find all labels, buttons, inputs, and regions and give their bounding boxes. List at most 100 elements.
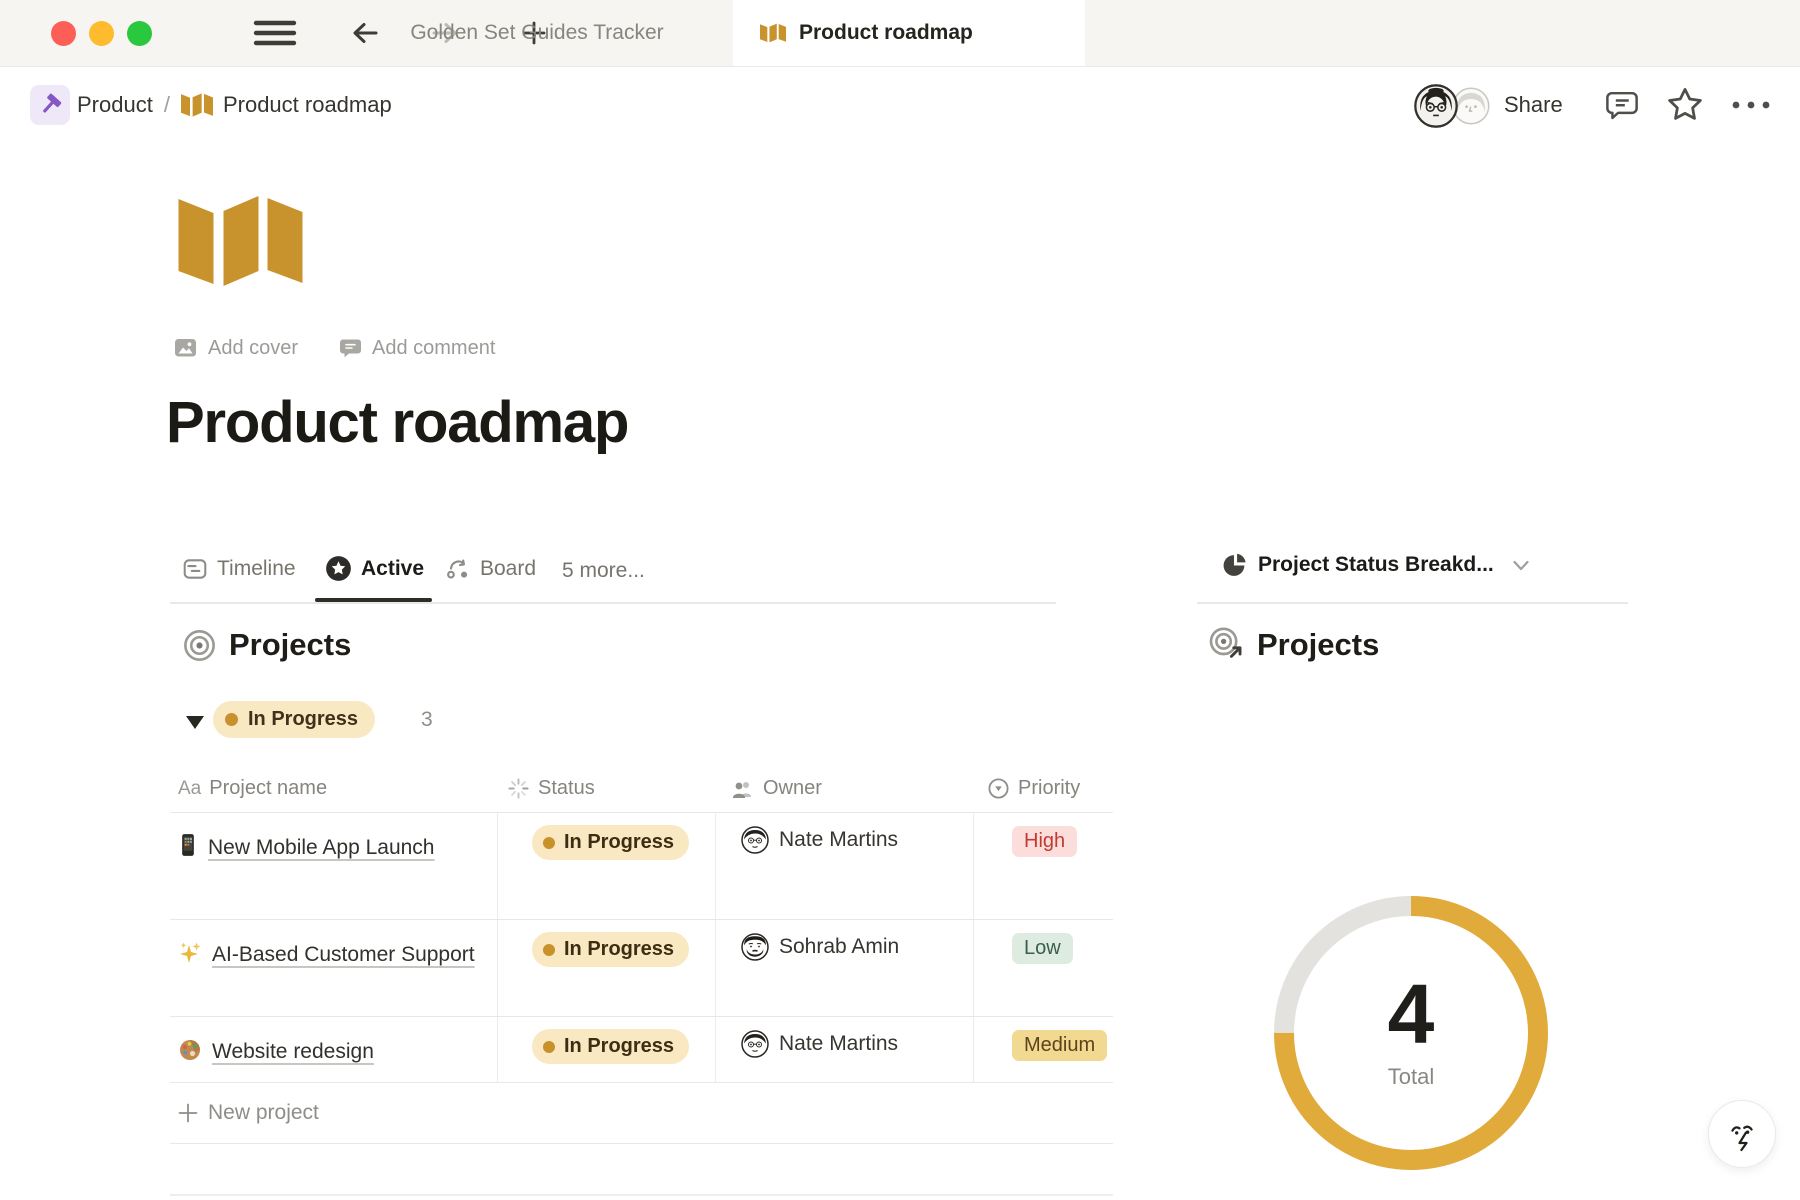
- plus-icon: [177, 1102, 199, 1124]
- avatar-nate-martins: [741, 826, 769, 854]
- owner-cell[interactable]: Sohrab Amin: [715, 920, 973, 1016]
- status-dot: [225, 713, 238, 726]
- owner-cell[interactable]: Nate Martins: [715, 813, 973, 919]
- column-label: Priority: [1018, 777, 1080, 800]
- add-cover-button[interactable]: Add cover: [172, 336, 298, 360]
- status-cell: In Progress: [497, 920, 715, 1016]
- comment-icon: [1603, 87, 1641, 123]
- tab-label: Product roadmap: [799, 21, 973, 45]
- table-row[interactable]: Website redesign In Progress Nate Martin…: [170, 1017, 1113, 1083]
- column-label: Project name: [209, 777, 327, 800]
- group-count: 3: [421, 708, 433, 732]
- palette-icon: [178, 1038, 202, 1062]
- workspace-icon-tile[interactable]: [30, 85, 70, 125]
- assistant-button[interactable]: [1708, 1100, 1776, 1168]
- project-name-cell[interactable]: Website redesign: [170, 1017, 497, 1082]
- collaborator-avatar-1[interactable]: [1414, 84, 1458, 128]
- table-row[interactable]: New Mobile App Launch In Progress Nate M…: [170, 813, 1113, 920]
- project-name-cell[interactable]: New Mobile App Launch: [170, 813, 497, 919]
- column-header-owner[interactable]: Owner: [715, 777, 973, 801]
- status-pill[interactable]: In Progress: [532, 1029, 689, 1064]
- mobile-phone-icon: [178, 832, 198, 858]
- map-icon: [760, 23, 786, 43]
- view-tab-active[interactable]: Active: [325, 555, 424, 582]
- status-label: In Progress: [564, 1035, 674, 1058]
- status-cell: In Progress: [497, 813, 715, 919]
- divider: [1197, 602, 1628, 604]
- owner-cell[interactable]: Nate Martins: [715, 1017, 973, 1082]
- page-title[interactable]: Product roadmap: [166, 390, 628, 456]
- project-name-link[interactable]: Website redesign: [212, 1040, 374, 1063]
- breadcrumb-workspace[interactable]: Product: [77, 92, 153, 118]
- avatar-portrait-icon: [1414, 84, 1458, 128]
- notion-window: Golden Set Guides Tracker Product roadma…: [0, 0, 1800, 1200]
- owner-name: Nate Martins: [779, 1030, 898, 1058]
- tab-golden-set-guides-tracker[interactable]: Golden Set Guides Tracker: [352, 0, 722, 66]
- map-icon: [178, 196, 303, 286]
- priority-pill[interactable]: Low: [1012, 933, 1073, 964]
- more-views-button[interactable]: 5 more...: [562, 559, 645, 583]
- close-window-button[interactable]: [51, 21, 76, 46]
- column-label: Status: [538, 777, 595, 800]
- column-header-priority[interactable]: Priority: [973, 777, 1113, 800]
- view-tab-label: Active: [361, 557, 424, 581]
- status-label: In Progress: [564, 831, 674, 854]
- status-dot: [543, 837, 555, 849]
- column-header-status[interactable]: Status: [497, 777, 715, 800]
- more-options-button[interactable]: [1730, 67, 1772, 143]
- view-tab-label: Board: [480, 557, 536, 581]
- share-label: Share: [1504, 92, 1563, 118]
- chart-selector-label: Project Status Breakd...: [1258, 553, 1494, 577]
- column-label: Owner: [763, 777, 822, 800]
- page-icon[interactable]: [178, 196, 303, 291]
- priority-pill[interactable]: High: [1012, 826, 1077, 857]
- timeline-icon: [182, 556, 208, 582]
- projects-table: Aa Project name Status Owner Priority Ne…: [170, 765, 1113, 1144]
- project-name-cell[interactable]: AI-Based Customer Support: [170, 920, 497, 1016]
- cycle-icon: [445, 556, 471, 582]
- text-icon: Aa: [178, 778, 201, 800]
- breadcrumb: Product / Product roadmap: [30, 67, 392, 143]
- minimize-window-button[interactable]: [89, 21, 114, 46]
- page-header-bar: Product / Product roadmap: [0, 67, 1800, 143]
- sidebar-toggle-button[interactable]: [253, 0, 297, 66]
- zoom-window-button[interactable]: [127, 21, 152, 46]
- view-tab-timeline[interactable]: Timeline: [182, 556, 296, 582]
- group-collapse-toggle[interactable]: [186, 716, 204, 729]
- project-name-link[interactable]: New Mobile App Launch: [208, 836, 434, 859]
- image-icon: [172, 336, 199, 360]
- status-label: In Progress: [564, 938, 674, 961]
- favorite-button[interactable]: [1664, 67, 1706, 143]
- breadcrumb-page[interactable]: Product roadmap: [181, 92, 392, 118]
- owner-name: Nate Martins: [779, 826, 898, 854]
- share-button[interactable]: Share: [1504, 67, 1563, 143]
- tab-label: Golden Set Guides Tracker: [410, 21, 663, 45]
- chart-section-header: Projects: [1208, 627, 1379, 663]
- map-icon: [181, 93, 213, 117]
- chart-view-selector[interactable]: Project Status Breakd...: [1222, 552, 1530, 578]
- divider: [170, 602, 1056, 604]
- table-row[interactable]: AI-Based Customer Support In Progress So…: [170, 920, 1113, 1017]
- view-tab-board[interactable]: Board: [445, 556, 536, 582]
- group-status-pill[interactable]: In Progress: [213, 701, 375, 738]
- sparkles-icon: [178, 941, 202, 965]
- priority-pill[interactable]: Medium: [1012, 1030, 1107, 1061]
- status-pill[interactable]: In Progress: [532, 932, 689, 967]
- priority-cell: Medium: [973, 1017, 1113, 1082]
- target-link-icon: [1208, 627, 1244, 663]
- add-comment-button[interactable]: Add comment: [338, 336, 495, 360]
- project-name-link[interactable]: AI-Based Customer Support: [212, 943, 475, 966]
- comments-button[interactable]: [1603, 67, 1641, 143]
- star-badge-icon: [325, 555, 352, 582]
- new-project-button[interactable]: New project: [170, 1083, 1113, 1144]
- status-dot: [543, 1041, 555, 1053]
- column-header-project-name[interactable]: Aa Project name: [170, 777, 497, 800]
- status-pill[interactable]: In Progress: [532, 825, 689, 860]
- tab-product-roadmap[interactable]: Product roadmap: [733, 0, 1085, 66]
- ellipsis-icon: [1730, 99, 1772, 111]
- priority-cell: Low: [973, 920, 1113, 1016]
- hamburger-icon: [253, 19, 297, 47]
- priority-cell: High: [973, 813, 1113, 919]
- add-cover-label: Add cover: [208, 337, 298, 360]
- window-titlebar: Golden Set Guides Tracker Product roadma…: [0, 0, 1800, 67]
